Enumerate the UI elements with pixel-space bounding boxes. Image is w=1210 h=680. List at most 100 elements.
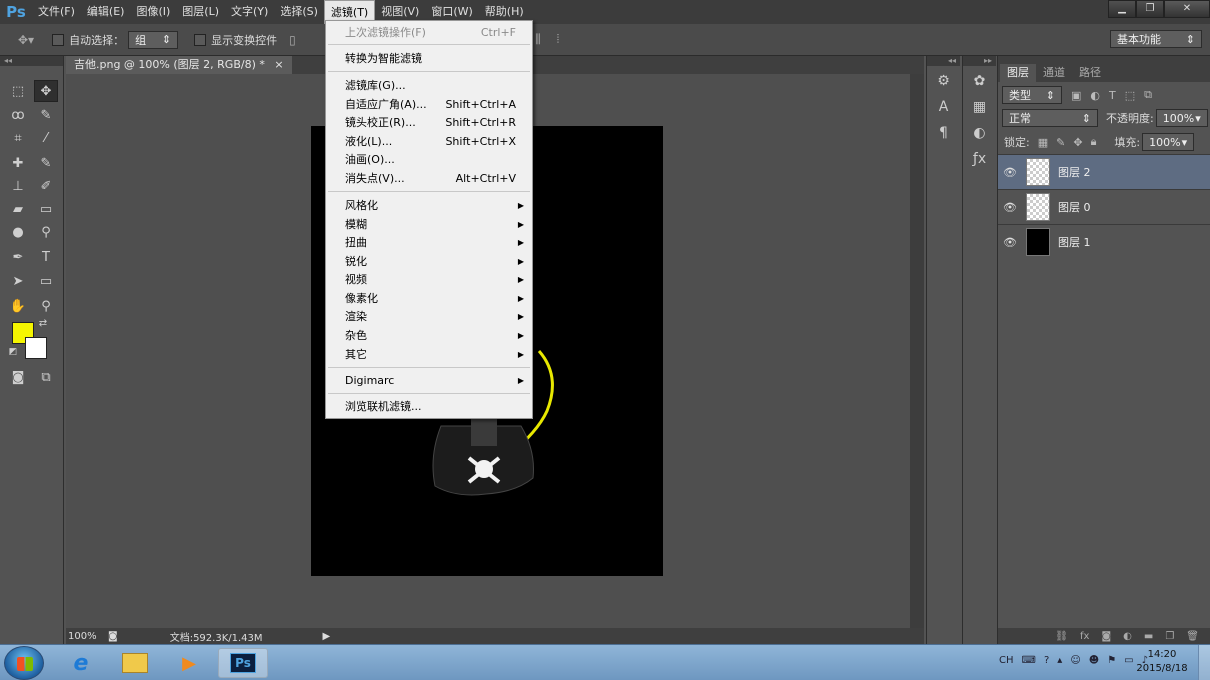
default-colors-icon[interactable]: ◩ <box>6 345 20 359</box>
menu-item-sharpen[interactable]: 锐化 ▶ <box>326 253 532 271</box>
menu-item-other[interactable]: 其它 ▶ <box>326 346 532 364</box>
opacity-input[interactable]: 100% ▾ <box>1155 109 1208 127</box>
menu-item-filter-gallery[interactable]: 滤镜库(G)... <box>326 77 532 95</box>
crop-tool-icon[interactable]: ⌗ <box>6 127 30 149</box>
photoshop-taskbar-button[interactable]: Ps <box>218 648 268 678</box>
gradient-tool-icon[interactable]: ▭ <box>34 198 58 220</box>
menu-item-pixelate[interactable]: 像素化 ▶ <box>326 290 532 308</box>
layer-filter-dropdown[interactable]: 类型 ⇕ <box>1002 86 1062 104</box>
auto-select-option[interactable]: 自动选择： <box>52 32 124 48</box>
distribute-right-icon[interactable]: ⫼ <box>535 32 541 47</box>
menu-item-vanishing-point[interactable]: 消失点(V)... Alt+Ctrl+V <box>326 170 532 188</box>
tray-expand-icon[interactable]: ▴ <box>1057 655 1062 666</box>
menu-item-lens-correction[interactable]: 镜头校正(R)... Shift+Ctrl+R <box>326 114 532 132</box>
layer-row[interactable]: 👁︎ 图层 0 <box>998 189 1210 224</box>
path-selection-tool-icon[interactable]: ➤ <box>6 270 30 292</box>
adjustments-panel-icon[interactable]: ◐ <box>968 122 992 144</box>
collapse-dock-icon[interactable]: ◂◂ <box>927 56 960 66</box>
pixel-filter-icon[interactable]: ▣ <box>1071 89 1081 102</box>
clone-stamp-tool-icon[interactable]: ⊥ <box>6 175 30 197</box>
auto-select-dropdown[interactable]: 组 ⇕ <box>128 30 179 49</box>
menu-item-render[interactable]: 渲染 ▶ <box>326 308 532 326</box>
ime-indicator[interactable]: CH <box>999 655 1014 666</box>
vertical-scrollbar[interactable] <box>910 74 924 628</box>
explorer-taskbar-icon[interactable] <box>110 648 160 678</box>
zoom-tool-icon[interactable]: ⚲ <box>34 295 58 317</box>
tab-paths[interactable]: 路径 <box>1072 64 1108 82</box>
delete-layer-icon[interactable]: 🗑︎ <box>1186 631 1199 642</box>
collapse-toolbar-icon[interactable]: ◂◂ <box>0 56 63 66</box>
qq-alt-icon[interactable]: ☻ <box>1089 655 1099 666</box>
screen-mode-icon[interactable]: ⧉ <box>34 366 58 388</box>
tab-channels[interactable]: 通道 <box>1036 64 1072 82</box>
menu-item-video[interactable]: 视频 ▶ <box>326 271 532 289</box>
new-adjustment-icon[interactable]: ◐ <box>1123 631 1132 642</box>
collapse-dock-icon[interactable]: ▸▸ <box>963 56 996 66</box>
dodge-tool-icon[interactable]: ⚲ <box>34 221 58 243</box>
workspace-dropdown[interactable]: 基本功能 ⇕ <box>1110 30 1202 48</box>
eraser-tool-icon[interactable]: ▰ <box>6 198 30 220</box>
status-icon[interactable]: ◙ <box>108 631 118 642</box>
menu-item-liquify[interactable]: 液化(L)... Shift+Ctrl+X <box>326 133 532 151</box>
move-tool-preset-icon[interactable]: ✥▾ <box>18 33 34 47</box>
menu-item-distort[interactable]: 扭曲 ▶ <box>326 234 532 252</box>
menu-item-convert-smart-filters[interactable]: 转换为智能滤镜 <box>326 50 532 68</box>
shape-filter-icon[interactable]: ⬚ <box>1125 89 1135 102</box>
layer-row[interactable]: 👁︎ 图层 1 <box>998 224 1210 259</box>
new-layer-icon[interactable]: ❐ <box>1165 631 1174 642</box>
layer-row[interactable]: 👁︎ 图层 2 <box>998 154 1210 189</box>
action-center-icon[interactable]: ⚑ <box>1107 655 1116 666</box>
keyboard-icon[interactable]: ⌨ <box>1022 655 1036 666</box>
start-button[interactable] <box>4 646 44 680</box>
status-menu-arrow-icon[interactable]: ▶ <box>323 631 331 642</box>
lock-image-icon[interactable]: ✎ <box>1056 136 1065 149</box>
minimize-button[interactable]: ▁ <box>1108 0 1136 18</box>
color-panel-icon[interactable]: ✿ <box>968 70 992 92</box>
blend-mode-dropdown[interactable]: 正常 ⇕ <box>1002 109 1098 127</box>
quick-selection-tool-icon[interactable]: ✎ <box>34 104 58 126</box>
adjustment-filter-icon[interactable]: ◐ <box>1090 89 1100 102</box>
history-brush-tool-icon[interactable]: ✐ <box>34 175 58 197</box>
show-transform-checkbox[interactable] <box>194 33 207 46</box>
eyedropper-tool-icon[interactable]: ⁄ <box>34 127 58 149</box>
show-transform-option[interactable]: 显示变换控件 <box>194 32 277 48</box>
document-tab[interactable]: 吉他.png @ 100% (图层 2, RGB/8) * × <box>66 56 292 74</box>
healing-brush-tool-icon[interactable]: ✚ <box>6 152 30 174</box>
hand-tool-icon[interactable]: ✋ <box>6 295 30 317</box>
zoom-level[interactable]: 100% <box>66 631 108 642</box>
paragraph-panel-icon[interactable]: ¶ <box>932 122 956 144</box>
help-icon[interactable]: ? <box>1044 655 1049 666</box>
menu-item-oil-paint[interactable]: 油画(O)... <box>326 151 532 169</box>
add-mask-icon[interactable]: ◙ <box>1101 631 1111 642</box>
layer-style-icon[interactable]: fx <box>1080 631 1089 642</box>
auto-select-checkbox[interactable] <box>52 33 65 46</box>
restore-button[interactable]: ❐ <box>1136 0 1164 18</box>
quick-mask-icon[interactable]: ◙ <box>6 366 30 388</box>
close-tab-icon[interactable]: × <box>274 58 283 71</box>
menu-layer[interactable]: 图层(L) <box>176 0 225 24</box>
brush-tool-icon[interactable]: ✎ <box>34 152 58 174</box>
visibility-eye-icon[interactable]: 👁︎ <box>998 236 1022 249</box>
menu-item-stylize[interactable]: 风格化 ▶ <box>326 197 532 215</box>
background-color-swatch[interactable] <box>25 337 47 359</box>
close-button[interactable]: ✕ <box>1164 0 1210 18</box>
media-player-taskbar-icon[interactable]: ▶ <box>164 648 214 678</box>
menu-item-adaptive-wide-angle[interactable]: 自适应广角(A)... Shift+Ctrl+A <box>326 96 532 114</box>
move-tool-icon[interactable]: ✥ <box>34 80 58 102</box>
align-icon[interactable]: ▯ <box>289 33 296 47</box>
menu-edit[interactable]: 编辑(E) <box>81 0 131 24</box>
show-desktop-button[interactable] <box>1198 645 1210 680</box>
marquee-tool-icon[interactable]: ⬚ <box>6 80 30 102</box>
type-filter-icon[interactable]: T <box>1109 89 1116 102</box>
pen-tool-icon[interactable]: ✒ <box>6 246 30 268</box>
blur-tool-icon[interactable]: ● <box>6 221 30 243</box>
lock-all-icon[interactable]: 🔒︎ <box>1091 135 1097 149</box>
history-panel-icon[interactable]: ⚙ <box>932 70 956 92</box>
fill-input[interactable]: 100% ▾ <box>1142 133 1195 151</box>
smart-object-filter-icon[interactable]: ⧉ <box>1144 88 1152 102</box>
ie-taskbar-icon[interactable]: e <box>56 648 106 678</box>
new-group-icon[interactable]: ▬ <box>1144 631 1153 642</box>
menu-select[interactable]: 选择(S) <box>274 0 324 24</box>
menu-type[interactable]: 文字(Y) <box>225 0 274 24</box>
type-tool-icon[interactable]: T <box>34 246 58 268</box>
